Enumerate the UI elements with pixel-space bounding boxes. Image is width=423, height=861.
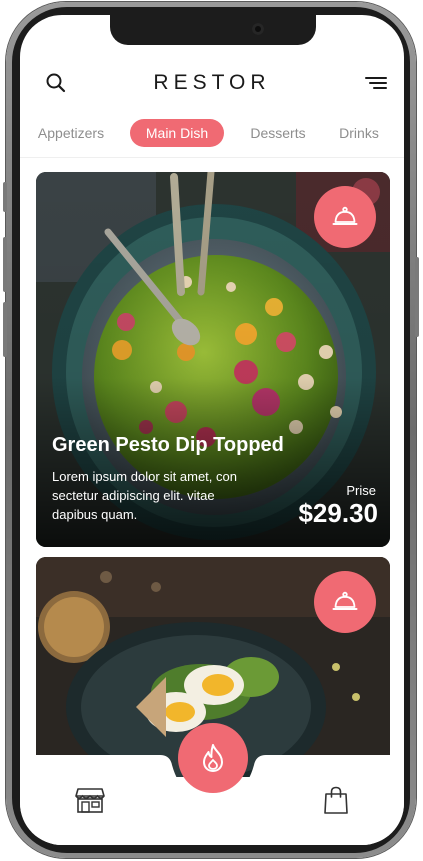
- cloche-icon: [332, 591, 358, 610]
- app-screen: RESTOR Appetizers Main Dish Desserts Dri…: [20, 15, 404, 845]
- tab-drinks[interactable]: Drinks: [330, 119, 388, 147]
- dish-card[interactable]: Green Pesto Dip Topped Lorem ipsum dolor…: [36, 172, 390, 547]
- store-icon[interactable]: [74, 784, 106, 816]
- tabs-divider: [20, 157, 404, 158]
- dish-title: Green Pesto Dip Topped: [52, 434, 284, 456]
- serve-button[interactable]: [314, 571, 376, 633]
- phone-volume-up: [3, 237, 7, 292]
- brand-title: RESTOR: [153, 71, 271, 94]
- cloche-icon: [332, 206, 358, 225]
- dish-description: Lorem ipsum dolor sit amet, con sectetur…: [52, 469, 237, 522]
- dish-price: $29.30: [298, 498, 378, 528]
- notch: [110, 15, 316, 45]
- serve-button[interactable]: [314, 186, 376, 248]
- popular-button[interactable]: [178, 723, 248, 793]
- front-camera: [252, 23, 264, 35]
- shopping-bag-icon[interactable]: [320, 784, 352, 816]
- menu-icon[interactable]: [362, 69, 390, 97]
- flame-icon: [203, 744, 223, 772]
- phone-power-button: [415, 257, 419, 337]
- app-header: RESTOR: [20, 65, 404, 101]
- tab-main-dish[interactable]: Main Dish: [130, 119, 224, 147]
- bottom-navigation: [20, 723, 404, 845]
- category-tabs: Appetizers Main Dish Desserts Drinks: [20, 119, 404, 149]
- phone-mute-switch: [3, 182, 7, 212]
- price-label: Prise: [346, 483, 376, 498]
- phone-volume-down: [3, 302, 7, 357]
- tab-desserts[interactable]: Desserts: [242, 119, 314, 147]
- tab-appetizers[interactable]: Appetizers: [32, 119, 110, 147]
